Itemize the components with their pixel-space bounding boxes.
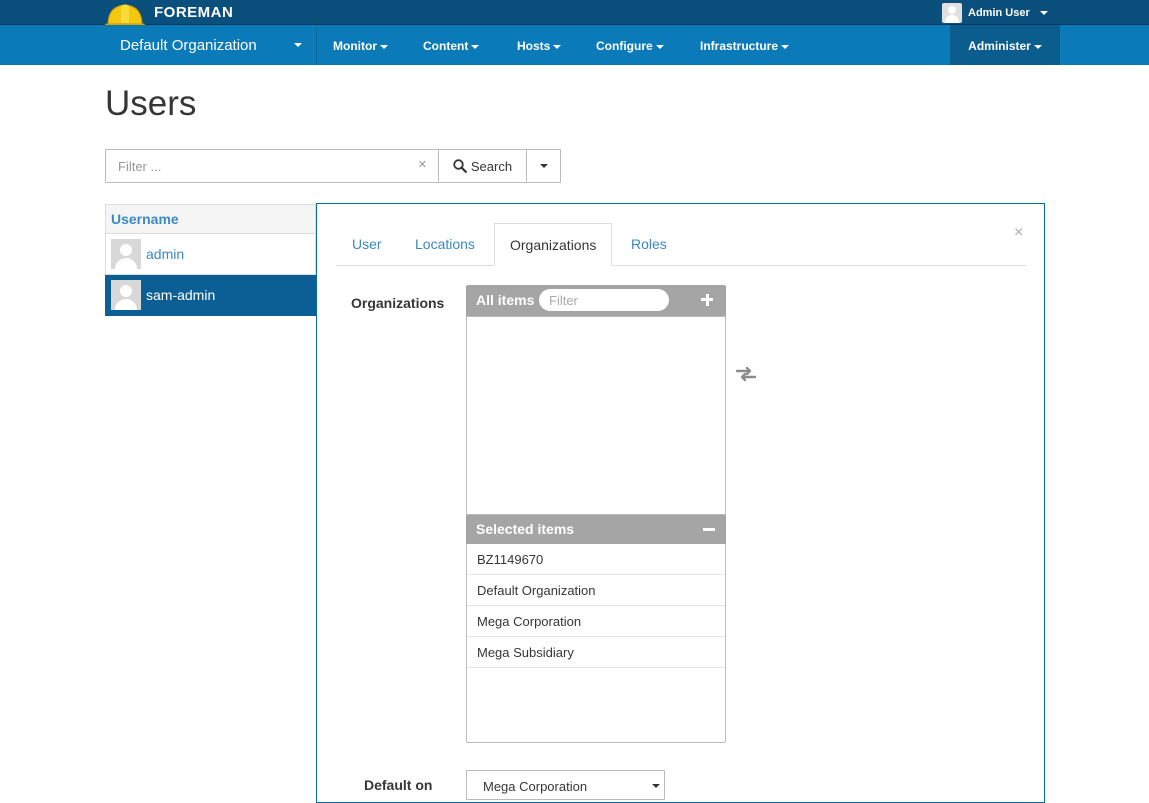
all-items-label: All items [476, 292, 535, 308]
username-link[interactable]: admin [146, 246, 184, 262]
search-icon [453, 159, 467, 173]
nav-content[interactable]: Content [423, 25, 480, 65]
search-bookmarks-dropdown[interactable] [527, 149, 561, 183]
nav-hosts-label: Hosts [517, 39, 551, 53]
remove-all-icon[interactable] [703, 528, 715, 531]
chevron-down-icon [294, 43, 302, 47]
selected-items-list: BZ1149670 Default Organization Mega Corp… [466, 544, 726, 743]
all-items-list[interactable] [466, 316, 726, 515]
user-edit-panel: × User Locations Organizations Roles Org… [316, 203, 1045, 803]
nav-monitor[interactable]: Monitor [333, 25, 388, 65]
tab-locations[interactable]: Locations [415, 223, 475, 265]
organization-switcher[interactable]: Default Organization [106, 25, 317, 65]
user-tabs: User Locations Organizations Roles [336, 223, 1026, 266]
list-item[interactable]: Mega Subsidiary [467, 637, 725, 668]
search-button[interactable]: Search [438, 149, 527, 183]
chevron-down-icon [1033, 44, 1042, 49]
user-avatar [942, 3, 962, 23]
avatar [111, 280, 141, 310]
chevron-down-icon [1039, 11, 1048, 15]
nav-content-label: Content [423, 39, 469, 53]
search-input[interactable] [105, 149, 438, 183]
chevron-down-icon [652, 784, 660, 788]
page-title: Users [105, 84, 197, 123]
nav-configure-label: Configure [596, 39, 653, 53]
chevron-down-icon [380, 44, 388, 49]
nav-administer[interactable]: Administer [950, 25, 1060, 65]
chevron-down-icon [655, 44, 664, 49]
username-column-header[interactable]: Username [105, 204, 316, 234]
clear-search-icon[interactable]: × [418, 157, 430, 173]
top-bar: FOREMAN Admin User [0, 0, 1149, 30]
organization-label: Default Organization [120, 37, 257, 54]
username-link[interactable]: sam-admin [146, 287, 215, 303]
selected-items-label: Selected items [476, 521, 575, 537]
all-items-filter-input[interactable] [539, 289, 669, 311]
chevron-down-icon [781, 44, 790, 49]
user-name: Admin User [968, 7, 1030, 19]
all-items-header: All items [466, 285, 726, 316]
tab-organizations[interactable]: Organizations [494, 223, 613, 266]
chevron-down-icon [553, 44, 562, 49]
default-organization-label: Default on [364, 777, 433, 793]
selected-items-header: Selected items [466, 515, 726, 544]
table-row[interactable]: sam-admin [105, 275, 316, 316]
default-organization-select[interactable]: Mega Corporation [466, 770, 665, 800]
brand-name[interactable]: FOREMAN [154, 4, 233, 21]
tab-roles[interactable]: Roles [631, 223, 667, 265]
nav-configure[interactable]: Configure [596, 25, 664, 65]
list-item[interactable]: BZ1149670 [467, 544, 725, 575]
organizations-field-label: Organizations [351, 295, 445, 311]
nav-hosts[interactable]: Hosts [517, 25, 562, 65]
nav-monitor-label: Monitor [333, 39, 377, 53]
tab-user[interactable]: User [352, 223, 382, 265]
search-bar: × Search [105, 149, 561, 183]
default-organization-value: Mega Corporation [483, 779, 588, 794]
table-row[interactable]: admin [105, 234, 316, 275]
chevron-down-icon [539, 164, 548, 168]
chevron-down-icon [471, 44, 480, 49]
swap-icon[interactable] [735, 366, 757, 382]
list-item[interactable]: Default Organization [467, 575, 725, 606]
user-menu[interactable]: Admin User [942, 3, 1048, 23]
main-navbar: Default Organization Monitor Content Hos… [0, 25, 1149, 65]
avatar [111, 239, 141, 269]
users-table: Username admin sam-admin [105, 204, 316, 316]
nav-administer-label: Administer [968, 39, 1031, 53]
nav-infrastructure-label: Infrastructure [700, 39, 779, 53]
nav-infrastructure[interactable]: Infrastructure [700, 25, 790, 65]
list-item[interactable]: Mega Corporation [467, 606, 725, 637]
search-button-label: Search [470, 158, 513, 174]
add-all-icon[interactable] [699, 291, 717, 309]
